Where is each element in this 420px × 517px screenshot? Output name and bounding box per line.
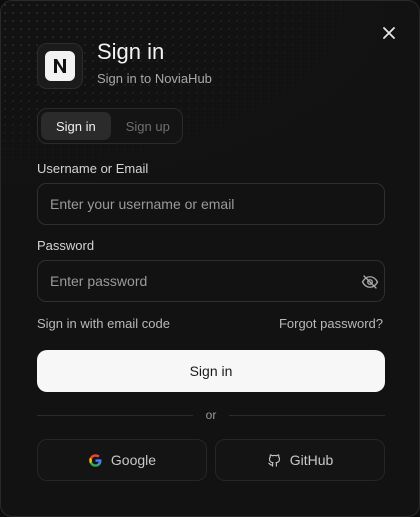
tab-sign-in[interactable]: Sign in (41, 112, 111, 140)
app-logo (37, 43, 83, 89)
password-input[interactable] (37, 260, 385, 302)
email-code-link[interactable]: Sign in with email code (37, 316, 170, 331)
github-sign-in-button[interactable]: GitHub (215, 439, 385, 481)
username-label: Username or Email (37, 161, 149, 176)
dialog-title: Sign in (97, 39, 165, 64)
auth-tabs: Sign in Sign up (37, 108, 183, 144)
google-icon (89, 453, 102, 467)
sign-in-button[interactable]: Sign in (37, 350, 385, 392)
divider-left (37, 415, 193, 416)
username-input[interactable] (37, 183, 385, 225)
github-icon (268, 453, 280, 467)
sign-in-dialog: Sign in Sign in to NoviaHub Sign in Sign… (0, 0, 420, 517)
github-button-label: GitHub (289, 452, 334, 468)
dialog-subtitle: Sign in to NoviaHub (97, 71, 212, 86)
forgot-password-link[interactable]: Forgot password? (279, 316, 383, 331)
google-button-label: Google (110, 452, 157, 468)
toggle-password-visibility-button[interactable] (361, 273, 379, 291)
divider-right (229, 415, 385, 416)
divider-or-text: or (205, 408, 217, 422)
password-label: Password (37, 238, 95, 253)
google-sign-in-button[interactable]: Google (37, 439, 207, 481)
close-icon (383, 27, 395, 39)
tab-sign-up[interactable]: Sign up (111, 112, 185, 140)
eye-off-icon (361, 275, 379, 289)
close-button[interactable] (379, 23, 399, 43)
noviahub-logo-icon (45, 51, 75, 81)
